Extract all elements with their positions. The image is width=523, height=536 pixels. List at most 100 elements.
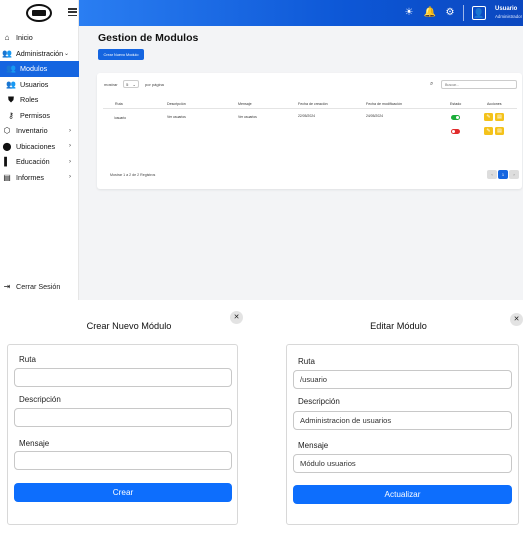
mensaje-label: Mensaje bbox=[19, 439, 50, 448]
chevron-right-icon: › bbox=[69, 174, 71, 181]
box-icon: ⬡ bbox=[3, 126, 11, 136]
key-icon: ⚷ bbox=[8, 110, 14, 120]
logo[interactable] bbox=[26, 4, 52, 22]
logout-button[interactable]: ⇥ Cerrar Sesión bbox=[2, 282, 61, 291]
view-icon[interactable]: ▤ bbox=[495, 127, 504, 135]
mensaje-field[interactable] bbox=[14, 451, 232, 470]
chevron-right-icon: › bbox=[69, 143, 71, 150]
descripcion-field[interactable] bbox=[293, 411, 512, 430]
bell-icon[interactable]: 🔔 bbox=[423, 6, 437, 20]
column-header[interactable]: Fecha de modificación bbox=[366, 102, 402, 106]
document-icon: ▤ bbox=[3, 172, 11, 182]
column-header[interactable]: Acciones bbox=[487, 102, 502, 106]
sidebar-item-ubicaciones[interactable]: ⬤ Ubicaciones › bbox=[0, 139, 79, 155]
sidebar-item-label: Informes bbox=[16, 172, 44, 182]
users-icon: 👥 bbox=[6, 64, 16, 74]
logo-mark bbox=[32, 10, 46, 16]
user-avatar-icon[interactable]: 👤 bbox=[472, 6, 486, 20]
page-title: Gestion de Modulos bbox=[98, 32, 199, 44]
column-header[interactable]: Estado bbox=[450, 102, 461, 106]
ruta-field[interactable] bbox=[293, 370, 512, 389]
close-icon[interactable]: ✕ bbox=[510, 313, 523, 326]
edit-icon[interactable]: ✎ bbox=[484, 113, 493, 121]
ruta-field[interactable] bbox=[14, 368, 232, 387]
hamburger-menu-icon[interactable] bbox=[68, 8, 77, 16]
sidebar-item-label: Usuarios bbox=[20, 79, 49, 89]
gear-icon[interactable]: ⚙ bbox=[443, 6, 457, 20]
create-button[interactable]: Crear bbox=[14, 483, 232, 502]
table-header: Ruta Descripción Mensaje Fecha de creaci… bbox=[103, 99, 517, 109]
table-info: Mostrar 1 a 2 de 2 Registros bbox=[110, 173, 156, 177]
sidebar-item-label: Inicio bbox=[16, 33, 33, 43]
user-role: Administrador bbox=[495, 14, 523, 19]
modules-table-card: mostrar 5 ⌄ por página ⌕ Ruta Descripció… bbox=[97, 73, 522, 189]
sidebar-item-label: Administración bbox=[16, 48, 64, 58]
sidebar-item-label: Roles bbox=[20, 95, 39, 105]
descripcion-label: Descripción bbox=[298, 397, 340, 406]
pagination-page-button[interactable]: 1 bbox=[498, 170, 508, 179]
users-icon: 👥 bbox=[6, 79, 16, 89]
cell-fecha-creacion: 22/05/2024 bbox=[298, 114, 315, 118]
pagination-prev-button[interactable]: ‹ bbox=[487, 170, 497, 179]
sidebar-item-informes[interactable]: ▤ Informes › bbox=[0, 170, 79, 186]
close-icon[interactable]: ✕ bbox=[230, 311, 243, 324]
main-content: Gestion de Modulos Crear Nuevo Modulo mo… bbox=[79, 26, 523, 300]
view-icon[interactable]: ▤ bbox=[495, 113, 504, 121]
page-length-value: 5 bbox=[126, 81, 129, 87]
app-window: ⌂ Inicio 👥 Administración ⌄ 👥 Modulos 👥 … bbox=[0, 0, 523, 300]
create-module-form: Ruta Descripción Mensaje Crear bbox=[7, 344, 238, 525]
users-icon: 👥 bbox=[2, 48, 12, 58]
home-icon: ⌂ bbox=[4, 33, 10, 43]
chevron-down-icon: ⌄ bbox=[132, 81, 136, 87]
chevron-right-icon: › bbox=[69, 158, 71, 165]
page-length-select[interactable]: 5 ⌄ bbox=[123, 80, 139, 88]
column-header[interactable]: Descripción bbox=[167, 102, 186, 106]
sidebar-item-usuarios[interactable]: 👥 Usuarios bbox=[0, 77, 79, 93]
column-header[interactable]: Fecha de creación bbox=[298, 102, 328, 106]
descripcion-field[interactable] bbox=[14, 408, 232, 427]
update-button[interactable]: Actualizar bbox=[293, 485, 512, 504]
status-toggle[interactable] bbox=[451, 115, 460, 120]
sidebar-item-administracion[interactable]: 👥 Administración ⌄ bbox=[0, 46, 79, 62]
sidebar-item-label: Educación bbox=[16, 157, 50, 167]
sidebar-item-label: Ubicaciones bbox=[16, 141, 56, 151]
chevron-right-icon: › bbox=[69, 127, 71, 134]
edit-module-form: Ruta Descripción Mensaje Actualizar bbox=[286, 344, 519, 525]
column-header[interactable]: Mensaje bbox=[238, 102, 252, 106]
sidebar-item-permisos[interactable]: ⚷ Permisos bbox=[0, 108, 79, 124]
column-header[interactable]: Ruta bbox=[115, 102, 123, 106]
logout-label: Cerrar Sesión bbox=[16, 282, 61, 291]
ruta-label: Ruta bbox=[19, 355, 36, 364]
user-name: Usuario bbox=[495, 6, 518, 12]
mensaje-field[interactable] bbox=[293, 454, 512, 473]
search-input[interactable] bbox=[441, 80, 517, 89]
descripcion-label: Descripción bbox=[19, 395, 61, 404]
modal-title: Editar Módulo bbox=[370, 321, 427, 331]
modal-title: Crear Nuevo Módulo bbox=[86, 321, 172, 331]
cell-ruta: /usuario bbox=[114, 116, 127, 120]
sidebar-item-modulos[interactable]: 👥 Modulos bbox=[0, 61, 79, 77]
length-suffix: por página bbox=[145, 82, 164, 87]
topbar: ☀ 🔔 ⚙ 👤 Usuario Administrador bbox=[79, 0, 523, 26]
logout-icon: ⇥ bbox=[3, 282, 11, 291]
sidebar-item-inicio[interactable]: ⌂ Inicio bbox=[0, 30, 79, 46]
divider bbox=[463, 5, 464, 21]
ruta-label: Ruta bbox=[298, 357, 315, 366]
sidebar-item-educacion[interactable]: ▌ Educación › bbox=[0, 154, 79, 170]
cell-fecha-modificacion: 24/05/2024 bbox=[366, 114, 383, 118]
edit-icon[interactable]: ✎ bbox=[484, 127, 493, 135]
location-icon: ⬤ bbox=[2, 141, 12, 151]
status-toggle[interactable] bbox=[451, 129, 460, 134]
create-module-button[interactable]: Crear Nuevo Modulo bbox=[98, 49, 144, 60]
edit-module-modal: Editar Módulo ✕ Ruta Descripción Mensaje… bbox=[274, 300, 523, 536]
search-icon: ⌕ bbox=[430, 81, 434, 87]
sidebar-item-inventario[interactable]: ⬡ Inventario › bbox=[0, 123, 79, 139]
cell-mensaje: Ver usuarios bbox=[238, 115, 257, 119]
sidebar-item-roles[interactable]: ⛊ Roles bbox=[0, 92, 79, 108]
sidebar-item-label: Modulos bbox=[20, 64, 48, 74]
cell-descripcion: Ver usuarios bbox=[167, 115, 186, 119]
sun-icon[interactable]: ☀ bbox=[402, 6, 416, 20]
sidebar-item-label: Inventario bbox=[16, 126, 48, 136]
book-icon: ▌ bbox=[4, 157, 10, 167]
pagination-next-button[interactable]: › bbox=[509, 170, 519, 179]
